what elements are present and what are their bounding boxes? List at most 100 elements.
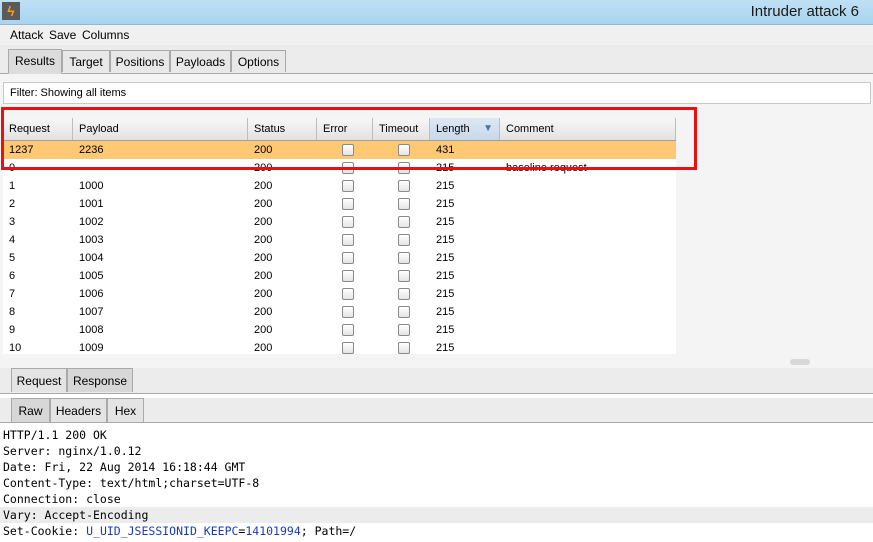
- cell-comment: [500, 177, 676, 195]
- cell-status: 200: [254, 216, 273, 228]
- cell-payload: 1005: [79, 270, 104, 282]
- table-row[interactable]: 2 1001 200 215: [3, 195, 676, 213]
- error-checkbox: [342, 234, 354, 246]
- cell-comment: [500, 339, 676, 357]
- tab-raw[interactable]: Raw: [11, 398, 50, 422]
- tab-payloads[interactable]: Payloads: [170, 50, 231, 72]
- response-line: Date: Fri, 22 Aug 2014 16:18:44 GMT: [3, 460, 246, 474]
- menu-columns[interactable]: Columns: [82, 28, 129, 42]
- cell-payload: 1004: [79, 252, 104, 264]
- cell-length: 215: [436, 288, 455, 300]
- cell-payload: 1002: [79, 216, 104, 228]
- cell-status: 200: [254, 324, 273, 336]
- cell-status: 200: [254, 198, 273, 210]
- cell-request: 1: [9, 180, 16, 192]
- cell-length: 215: [436, 252, 455, 264]
- table-row[interactable]: 4 1003 200 215: [3, 231, 676, 249]
- cell-status: 200: [254, 234, 273, 246]
- cell-payload: 1001: [79, 198, 104, 210]
- cell-comment: [500, 321, 676, 339]
- table-row[interactable]: 8 1007 200 215: [3, 303, 676, 321]
- tab-results[interactable]: Results: [8, 49, 62, 74]
- tab-request[interactable]: Request: [11, 368, 67, 392]
- cell-status: 200: [254, 306, 273, 318]
- splitter-handle[interactable]: [790, 359, 810, 365]
- cell-status: 200: [254, 342, 273, 354]
- window-title: Intruder attack 6: [750, 3, 859, 20]
- table-empty-area: [676, 118, 871, 354]
- response-viewer[interactable]: HTTP/1.1 200 OK Server: nginx/1.0.12 Dat…: [0, 426, 873, 542]
- title-bar: ϟ Intruder attack 6: [0, 0, 873, 25]
- timeout-checkbox: [398, 324, 410, 336]
- cell-status: 200: [254, 270, 273, 282]
- table-row[interactable]: 3 1002 200 215: [3, 213, 676, 231]
- cell-request: 8: [9, 306, 16, 318]
- cell-payload: 1009: [79, 342, 104, 354]
- cell-payload: 1007: [79, 306, 104, 318]
- cell-comment: [500, 195, 676, 213]
- tab-positions[interactable]: Positions: [110, 50, 170, 72]
- timeout-checkbox: [398, 252, 410, 264]
- cell-status: 200: [254, 288, 273, 300]
- cell-request: 7: [9, 288, 16, 300]
- cell-length: 215: [436, 342, 455, 354]
- cell-request: 4: [9, 234, 16, 246]
- cell-comment: [500, 285, 676, 303]
- menu-attack[interactable]: Attack: [10, 28, 43, 42]
- table-row[interactable]: 1 1000 200 215: [3, 177, 676, 195]
- tab-options[interactable]: Options: [231, 50, 286, 72]
- cell-payload: 1000: [79, 180, 104, 192]
- burp-logo-icon: ϟ: [2, 2, 20, 20]
- cell-request: 2: [9, 198, 16, 210]
- cell-request: 10: [9, 342, 22, 354]
- timeout-checkbox: [398, 342, 410, 354]
- cell-comment: [500, 267, 676, 285]
- timeout-checkbox: [398, 270, 410, 282]
- timeout-checkbox: [398, 288, 410, 300]
- cell-request: 9: [9, 324, 16, 336]
- timeout-checkbox: [398, 198, 410, 210]
- cell-status: 200: [254, 252, 273, 264]
- error-checkbox: [342, 198, 354, 210]
- error-checkbox: [342, 306, 354, 318]
- cookie-prefix: Set-Cookie:: [3, 524, 87, 538]
- cell-length: 215: [436, 180, 455, 192]
- table-row[interactable]: 5 1004 200 215: [3, 249, 676, 267]
- response-line: Server: nginx/1.0.12: [3, 444, 142, 458]
- request-response-tabs: Request Response: [0, 368, 873, 394]
- highlight-box: [1, 107, 697, 170]
- menu-save[interactable]: Save: [49, 28, 76, 42]
- error-checkbox: [342, 180, 354, 192]
- table-row[interactable]: 7 1006 200 215: [3, 285, 676, 303]
- tab-response[interactable]: Response: [67, 368, 133, 392]
- menu-bar: Attack Save Columns: [0, 25, 873, 45]
- tab-target[interactable]: Target: [62, 50, 110, 72]
- tab-hex[interactable]: Hex: [107, 398, 144, 422]
- cell-length: 215: [436, 234, 455, 246]
- response-line: Content-Type: text/html;charset=UTF-8: [3, 476, 260, 490]
- cookie-name: U_UID_JSESSIONID_KEEPC: [86, 524, 239, 538]
- cell-length: 215: [436, 270, 455, 282]
- cell-payload: 1008: [79, 324, 104, 336]
- cell-request: 3: [9, 216, 16, 228]
- table-row[interactable]: 9 1008 200 215: [3, 321, 676, 339]
- cell-request: 5: [9, 252, 16, 264]
- error-checkbox: [342, 216, 354, 228]
- timeout-checkbox: [398, 180, 410, 192]
- cell-comment: [500, 213, 676, 231]
- cookie-value: 14101994: [245, 524, 301, 538]
- timeout-checkbox: [398, 216, 410, 228]
- error-checkbox: [342, 252, 354, 264]
- tab-headers[interactable]: Headers: [50, 398, 107, 422]
- cell-comment: [500, 231, 676, 249]
- table-row[interactable]: 6 1005 200 215: [3, 267, 676, 285]
- error-checkbox: [342, 288, 354, 300]
- cell-length: 215: [436, 324, 455, 336]
- timeout-checkbox: [398, 306, 410, 318]
- cell-request: 6: [9, 270, 16, 282]
- response-line: HTTP/1.1 200 OK: [3, 428, 107, 442]
- filter-bar[interactable]: Filter: Showing all items: [3, 82, 871, 104]
- main-tab-bar: Results Target Positions Payloads Option…: [0, 45, 873, 74]
- error-checkbox: [342, 324, 354, 336]
- table-row[interactable]: 10 1009 200 215: [3, 339, 676, 357]
